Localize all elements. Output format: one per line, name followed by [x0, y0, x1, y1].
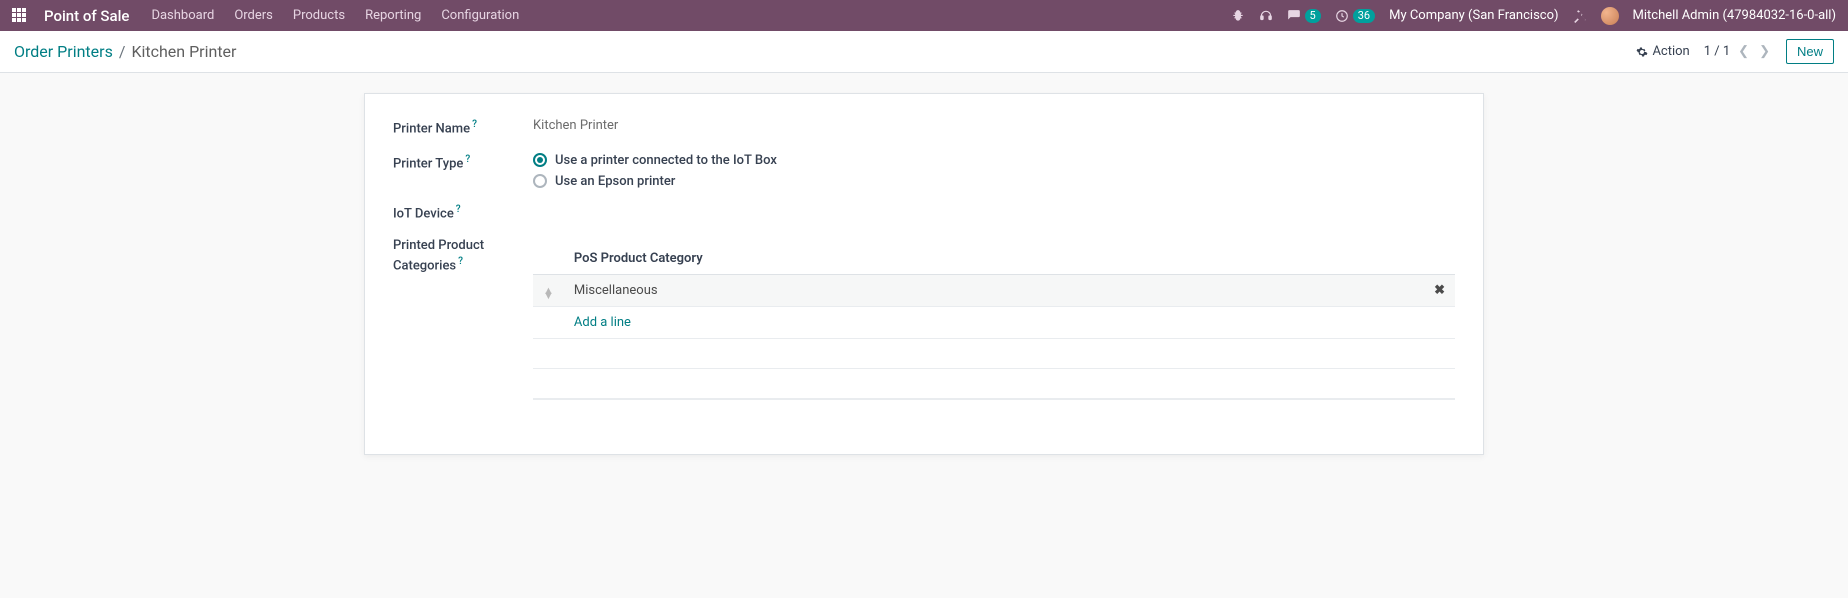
- gear-icon: [1636, 46, 1648, 58]
- pager-text[interactable]: 1 / 1: [1704, 44, 1730, 59]
- breadcrumb-sep: /: [119, 42, 126, 61]
- app-title[interactable]: Point of Sale: [44, 7, 129, 25]
- menu-dashboard[interactable]: Dashboard: [151, 8, 214, 23]
- label-iot-device: IoT Device?: [393, 203, 533, 224]
- activities-icon[interactable]: 36: [1335, 9, 1375, 23]
- empty-row: [533, 339, 1455, 369]
- field-iot-device[interactable]: [533, 203, 1455, 224]
- messages-icon[interactable]: 5: [1287, 9, 1321, 23]
- add-line-link[interactable]: Add a line: [574, 315, 631, 330]
- label-printed-categories: Printed Product Categories?: [393, 237, 533, 276]
- activities-count: 36: [1353, 9, 1375, 23]
- tools-icon[interactable]: [1573, 9, 1587, 23]
- pager-prev-icon[interactable]: ❮: [1736, 44, 1751, 59]
- action-menu[interactable]: Action: [1636, 44, 1689, 59]
- table-row[interactable]: ▲▼ Miscellaneous ✖: [533, 275, 1455, 307]
- action-label: Action: [1652, 44, 1689, 59]
- pager-next-icon[interactable]: ❯: [1757, 44, 1772, 59]
- new-button[interactable]: New: [1786, 39, 1834, 64]
- avatar[interactable]: [1601, 7, 1619, 25]
- cell-category-name[interactable]: Miscellaneous: [564, 275, 1424, 307]
- help-icon[interactable]: ?: [456, 204, 461, 215]
- breadcrumb: Order Printers / Kitchen Printer: [14, 42, 236, 61]
- menu-reporting[interactable]: Reporting: [365, 8, 421, 23]
- drag-handle-icon[interactable]: ▲▼: [543, 288, 554, 298]
- add-line-row: Add a line: [533, 307, 1455, 339]
- radio-epson[interactable]: Use an Epson printer: [533, 174, 1455, 189]
- control-panel: Order Printers / Kitchen Printer Action …: [0, 31, 1848, 73]
- field-printer-type: Use a printer connected to the IoT Box U…: [533, 153, 1455, 189]
- breadcrumb-current: Kitchen Printer: [131, 42, 236, 61]
- messages-count: 5: [1305, 9, 1321, 23]
- help-icon[interactable]: ?: [458, 256, 463, 267]
- radio-unchecked-icon: [533, 174, 547, 188]
- empty-row: [533, 369, 1455, 399]
- col-pos-category: PoS Product Category: [564, 243, 1424, 275]
- company-switcher[interactable]: My Company (San Francisco): [1389, 8, 1558, 23]
- breadcrumb-parent[interactable]: Order Printers: [14, 42, 113, 61]
- categories-table: PoS Product Category ▲▼ Miscellaneous ✖: [533, 243, 1455, 400]
- row-delete-icon[interactable]: ✖: [1424, 275, 1455, 307]
- main-menu: Dashboard Orders Products Reporting Conf…: [151, 8, 519, 23]
- support-icon[interactable]: [1259, 9, 1273, 23]
- radio-checked-icon: [533, 153, 547, 167]
- menu-products[interactable]: Products: [293, 8, 345, 23]
- radio-iot-box[interactable]: Use a printer connected to the IoT Box: [533, 153, 1455, 168]
- help-icon[interactable]: ?: [472, 119, 477, 130]
- field-printer-name[interactable]: Kitchen Printer: [533, 118, 1455, 139]
- form-sheet: Printer Name? Kitchen Printer Printer Ty…: [364, 93, 1484, 455]
- help-icon[interactable]: ?: [465, 154, 470, 165]
- bug-icon[interactable]: [1231, 9, 1245, 23]
- top-navbar: Point of Sale Dashboard Orders Products …: [0, 0, 1848, 31]
- label-printer-type: Printer Type?: [393, 153, 533, 189]
- label-printer-name: Printer Name?: [393, 118, 533, 139]
- pager: 1 / 1 ❮ ❯: [1704, 44, 1772, 59]
- username[interactable]: Mitchell Admin (47984032-16-0-all): [1633, 8, 1836, 23]
- menu-orders[interactable]: Orders: [234, 8, 273, 23]
- apps-icon[interactable]: [12, 8, 28, 24]
- menu-configuration[interactable]: Configuration: [441, 8, 519, 23]
